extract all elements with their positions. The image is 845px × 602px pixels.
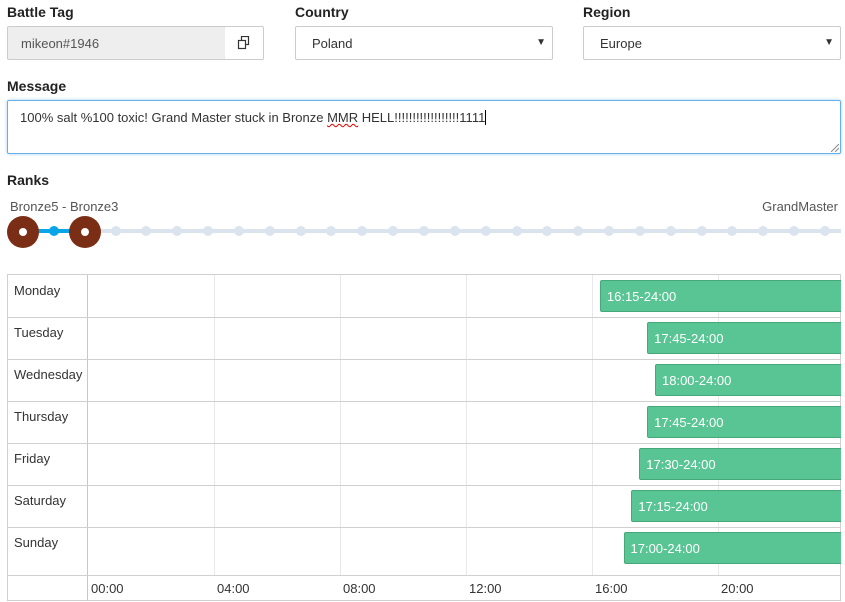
time-axis-label: 04:00 [217,581,250,596]
slider-tick[interactable] [110,226,121,236]
message-label: Message [7,78,67,94]
hour-gridline [466,275,467,575]
day-label-sunday: Sunday [14,535,59,550]
slider-handle-min[interactable] [7,216,39,248]
slider-tick[interactable] [820,226,830,236]
battle-tag-field[interactable]: mikeon#1946 [7,26,226,60]
day-label-friday: Friday [14,451,51,466]
day-row-divider [8,317,841,318]
time-axis-label: 08:00 [343,581,376,596]
country-select[interactable]: Poland ▼ [295,26,553,60]
availability-bar-friday[interactable]: 17:30-24:00 [639,448,841,480]
slider-tick[interactable] [203,226,214,236]
slider-tick[interactable] [480,226,491,236]
time-axis-label: 20:00 [721,581,754,596]
day-label-monday: Monday [14,283,61,298]
country-value: Poland [312,35,353,51]
availability-bar-saturday[interactable]: 17:15-24:00 [631,490,841,522]
caret-down-icon: ▼ [536,37,546,48]
slider-tick[interactable] [388,226,399,236]
resize-handle-icon[interactable] [831,144,839,152]
slider-tick[interactable] [326,226,337,236]
copy-icon [237,36,250,50]
copy-button[interactable] [225,26,264,60]
slider-tick[interactable] [665,226,676,236]
slider-tick[interactable] [357,226,368,236]
day-row-divider [8,485,841,486]
caret-down-icon: ▼ [824,37,834,48]
slider-tick[interactable] [604,226,615,236]
message-text-end: HELL!!!!!!!!!!!!!!!!!!1111 [358,110,486,125]
weekly-schedule: 00:00 04:00 08:00 12:00 16:00 20:00 Monday 16:1… [7,274,841,601]
slider-tick[interactable] [264,226,275,236]
slider-tick[interactable] [172,226,183,236]
availability-bar-sunday[interactable]: 17:00-24:00 [623,532,841,564]
day-row-divider [8,401,841,402]
time-axis-label: 12:00 [469,581,502,596]
hour-gridline [340,275,341,575]
hour-gridline [592,275,593,575]
hour-gridline [214,275,215,575]
slider-handle-max[interactable] [69,216,101,248]
availability-bar-monday[interactable]: 16:15-24:00 [599,280,841,312]
time-axis-label: 00:00 [91,581,124,596]
time-axis-divider [8,575,841,576]
slider-tick[interactable] [573,226,584,236]
availability-bar-tuesday[interactable]: 17:45-24:00 [647,322,841,354]
slider-tick[interactable] [48,226,59,236]
ranks-label: Ranks [7,172,50,188]
region-label: Region [583,4,631,20]
slider-tick[interactable] [449,226,460,236]
slider-tick[interactable] [511,226,522,236]
misspelled-word: MMR [327,110,359,125]
slider-tick[interactable] [696,226,707,236]
slider-tick[interactable] [542,226,553,236]
availability-bar-thursday[interactable]: 17:45-24:00 [647,406,841,438]
day-row-divider [8,359,841,360]
day-column-divider [87,275,88,601]
day-label-wednesday: Wednesday [14,367,83,382]
region-value: Europe [600,35,642,51]
day-label-tuesday: Tuesday [14,325,64,340]
slider-tick[interactable] [789,226,800,236]
country-label: Country [295,4,349,20]
slider-tick[interactable] [634,226,645,236]
slider-tick[interactable] [758,226,769,236]
day-label-saturday: Saturday [14,493,67,508]
rank-max-text: GrandMaster [762,199,838,214]
day-row-divider [8,443,841,444]
day-row-divider [8,527,841,528]
slider-tick[interactable] [727,226,738,236]
text-cursor [485,110,487,125]
message-textarea[interactable]: 100% salt %100 toxic! Grand Master stuck… [7,100,841,154]
slider-tick[interactable] [233,226,244,236]
slider-tick[interactable] [141,226,152,236]
availability-bar-wednesday[interactable]: 18:00-24:00 [655,364,841,396]
slider-tick[interactable] [419,226,429,236]
slider-tick[interactable] [295,226,306,236]
region-select[interactable]: Europe ▼ [583,26,841,60]
battle-tag-label: Battle Tag [7,4,74,20]
message-text-start: 100% salt %100 toxic! Grand Master stuck… [20,110,328,125]
rank-range-text: Bronze5 - Bronze3 [10,199,119,214]
day-label-thursday: Thursday [14,409,69,424]
time-axis-label: 16:00 [595,581,628,596]
